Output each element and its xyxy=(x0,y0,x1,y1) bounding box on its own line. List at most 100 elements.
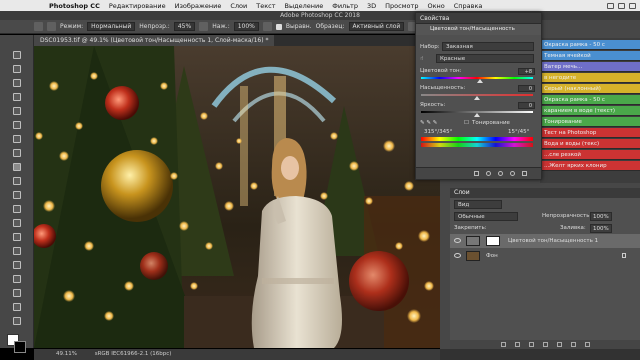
document-tab[interactable]: DSC01953.tif @ 49.1% (Цветовой тон/Насыщ… xyxy=(34,35,275,46)
background-color-swatch[interactable] xyxy=(14,341,26,353)
pressure-opacity-icon[interactable] xyxy=(199,22,209,31)
reset-icon[interactable] xyxy=(498,171,503,176)
layer-mask-thumbnail[interactable] xyxy=(486,236,500,246)
list-item[interactable]: Темная ячейкой xyxy=(540,51,640,61)
menu-filter[interactable]: Фильтр xyxy=(332,2,358,10)
eyedropper-icon[interactable]: ✎ ✎ ✎ xyxy=(420,120,437,126)
new-layer-icon[interactable] xyxy=(570,342,576,347)
visibility-icon[interactable] xyxy=(510,171,515,176)
list-item[interactable]: Тест на Photoshop xyxy=(540,128,640,138)
type-tool-icon[interactable] xyxy=(13,261,21,269)
adjustment-header: Цветовой тон/Насыщенность xyxy=(416,24,541,35)
eyedropper-tool-icon[interactable] xyxy=(13,121,21,129)
menu-window[interactable]: Окно xyxy=(427,2,444,10)
hue-input[interactable]: +8 xyxy=(518,68,535,75)
lightness-input[interactable]: 0 xyxy=(518,102,535,109)
view-previous-icon[interactable] xyxy=(486,171,491,176)
airbrush-icon[interactable] xyxy=(262,22,272,31)
marquee-tool-icon[interactable] xyxy=(13,65,21,73)
list-item[interactable]: в негодите xyxy=(540,73,640,83)
brush-panel-icon[interactable] xyxy=(47,22,56,31)
list-item[interactable]: Вода и воды (текс) xyxy=(540,139,640,149)
brush-preset-icon[interactable] xyxy=(34,22,43,31)
menu-view[interactable]: Просмотр xyxy=(385,2,418,10)
list-item[interactable]: ...Желт ярких клонир xyxy=(540,161,640,171)
add-mask-icon[interactable] xyxy=(528,342,534,347)
adjustment-thumbnail xyxy=(466,236,480,246)
gradient-tool-icon[interactable] xyxy=(13,205,21,213)
hue-label: Цветовой тон: xyxy=(420,68,462,74)
clip-to-layer-icon[interactable] xyxy=(474,171,479,176)
layer-row[interactable]: Фон xyxy=(450,249,640,263)
lightness-slider-thumb[interactable] xyxy=(474,113,480,117)
pen-tool-icon[interactable] xyxy=(13,247,21,255)
hue-slider-thumb[interactable] xyxy=(477,79,483,83)
opacity-input[interactable]: 45% xyxy=(173,22,196,31)
app-title: Adobe Photoshop CC 2018 xyxy=(0,11,640,20)
menu-edit[interactable]: Редактирование xyxy=(109,2,166,10)
list-item[interactable]: ...сле резкой xyxy=(540,150,640,160)
list-item[interactable]: каранием в воде (текст) xyxy=(540,106,640,116)
path-select-tool-icon[interactable] xyxy=(13,275,21,283)
hand-tool-icon[interactable]: ☝ xyxy=(420,56,423,62)
lasso-tool-icon[interactable] xyxy=(13,79,21,87)
eye-icon[interactable] xyxy=(454,238,461,243)
layers-panel: Слои Вид Обычные Непрозрачность: 100% За… xyxy=(450,188,640,349)
colorize-checkbox[interactable]: ☐ xyxy=(464,120,469,126)
blend-mode-select[interactable]: Обычные xyxy=(454,212,518,221)
move-tool-icon[interactable] xyxy=(13,51,21,59)
menu-image[interactable]: Изображение xyxy=(175,2,222,10)
menu-photoshop[interactable]: Photoshop CC xyxy=(49,2,100,10)
brush-tool-icon[interactable] xyxy=(13,149,21,157)
eye-icon[interactable] xyxy=(454,253,461,258)
saturation-input[interactable]: 0 xyxy=(518,85,535,92)
search-icon[interactable] xyxy=(629,2,636,9)
healing-brush-tool-icon[interactable] xyxy=(13,135,21,143)
blur-tool-icon[interactable] xyxy=(13,219,21,227)
list-item[interactable]: Тонирование xyxy=(540,117,640,127)
document-canvas[interactable] xyxy=(34,46,440,348)
new-adjustment-icon[interactable] xyxy=(542,342,548,347)
list-item[interactable]: Окраска рамка - 50 с xyxy=(540,40,640,50)
status-icons xyxy=(607,0,636,11)
saturation-slider-thumb[interactable] xyxy=(474,96,480,100)
delete-layer-icon[interactable] xyxy=(584,342,590,347)
menu-layers[interactable]: Слои xyxy=(230,2,247,10)
hand-tool-icon[interactable] xyxy=(13,303,21,311)
sample-select[interactable]: Активный слой xyxy=(348,22,405,31)
fill-input[interactable]: 100% xyxy=(590,224,612,233)
layer-style-icon[interactable] xyxy=(514,342,520,347)
zoom-tool-icon[interactable] xyxy=(13,317,21,325)
color-range-bar[interactable] xyxy=(421,137,533,141)
menu-select[interactable]: Выделение xyxy=(285,2,324,10)
list-item[interactable]: Ватер мечь... xyxy=(540,62,640,72)
quick-select-tool-icon[interactable] xyxy=(13,93,21,101)
layer-row[interactable]: Цветовой тон/Насыщенность 1 xyxy=(450,234,640,248)
lock-label: Закрепить: xyxy=(454,225,487,231)
new-group-icon[interactable] xyxy=(556,342,562,347)
dodge-tool-icon[interactable] xyxy=(13,233,21,241)
list-item[interactable]: Серый (наклонный) xyxy=(540,84,640,94)
crop-tool-icon[interactable] xyxy=(13,107,21,115)
menu-help[interactable]: Справка xyxy=(454,2,483,10)
channel-select[interactable]: Красные xyxy=(436,54,534,63)
layer-filter-select[interactable]: Вид xyxy=(454,200,502,209)
eraser-tool-icon[interactable] xyxy=(13,191,21,199)
delete-icon[interactable] xyxy=(522,171,527,176)
align-checkbox[interactable] xyxy=(275,23,282,30)
menu-type[interactable]: Текст xyxy=(256,2,275,10)
history-brush-tool-icon[interactable] xyxy=(13,177,21,185)
preset-select[interactable]: Заказная xyxy=(442,42,534,51)
list-item[interactable]: Окраска рамка - 50 с xyxy=(540,95,640,105)
lock-icon xyxy=(622,253,626,258)
menu-3d[interactable]: 3D xyxy=(367,2,376,10)
adjustment-name: Цветовой тон/Насыщенность xyxy=(430,26,515,32)
rectangle-tool-icon[interactable] xyxy=(13,289,21,297)
link-layers-icon[interactable] xyxy=(500,342,506,347)
zoom-readout[interactable]: 49.11% xyxy=(56,351,77,357)
range-left: 315°/345° xyxy=(424,129,453,135)
layer-opacity-input[interactable]: 100% xyxy=(590,212,612,221)
clone-stamp-tool-icon[interactable] xyxy=(13,163,21,171)
mode-select[interactable]: Нормальный xyxy=(87,22,136,31)
flow-input[interactable]: 100% xyxy=(233,22,259,31)
